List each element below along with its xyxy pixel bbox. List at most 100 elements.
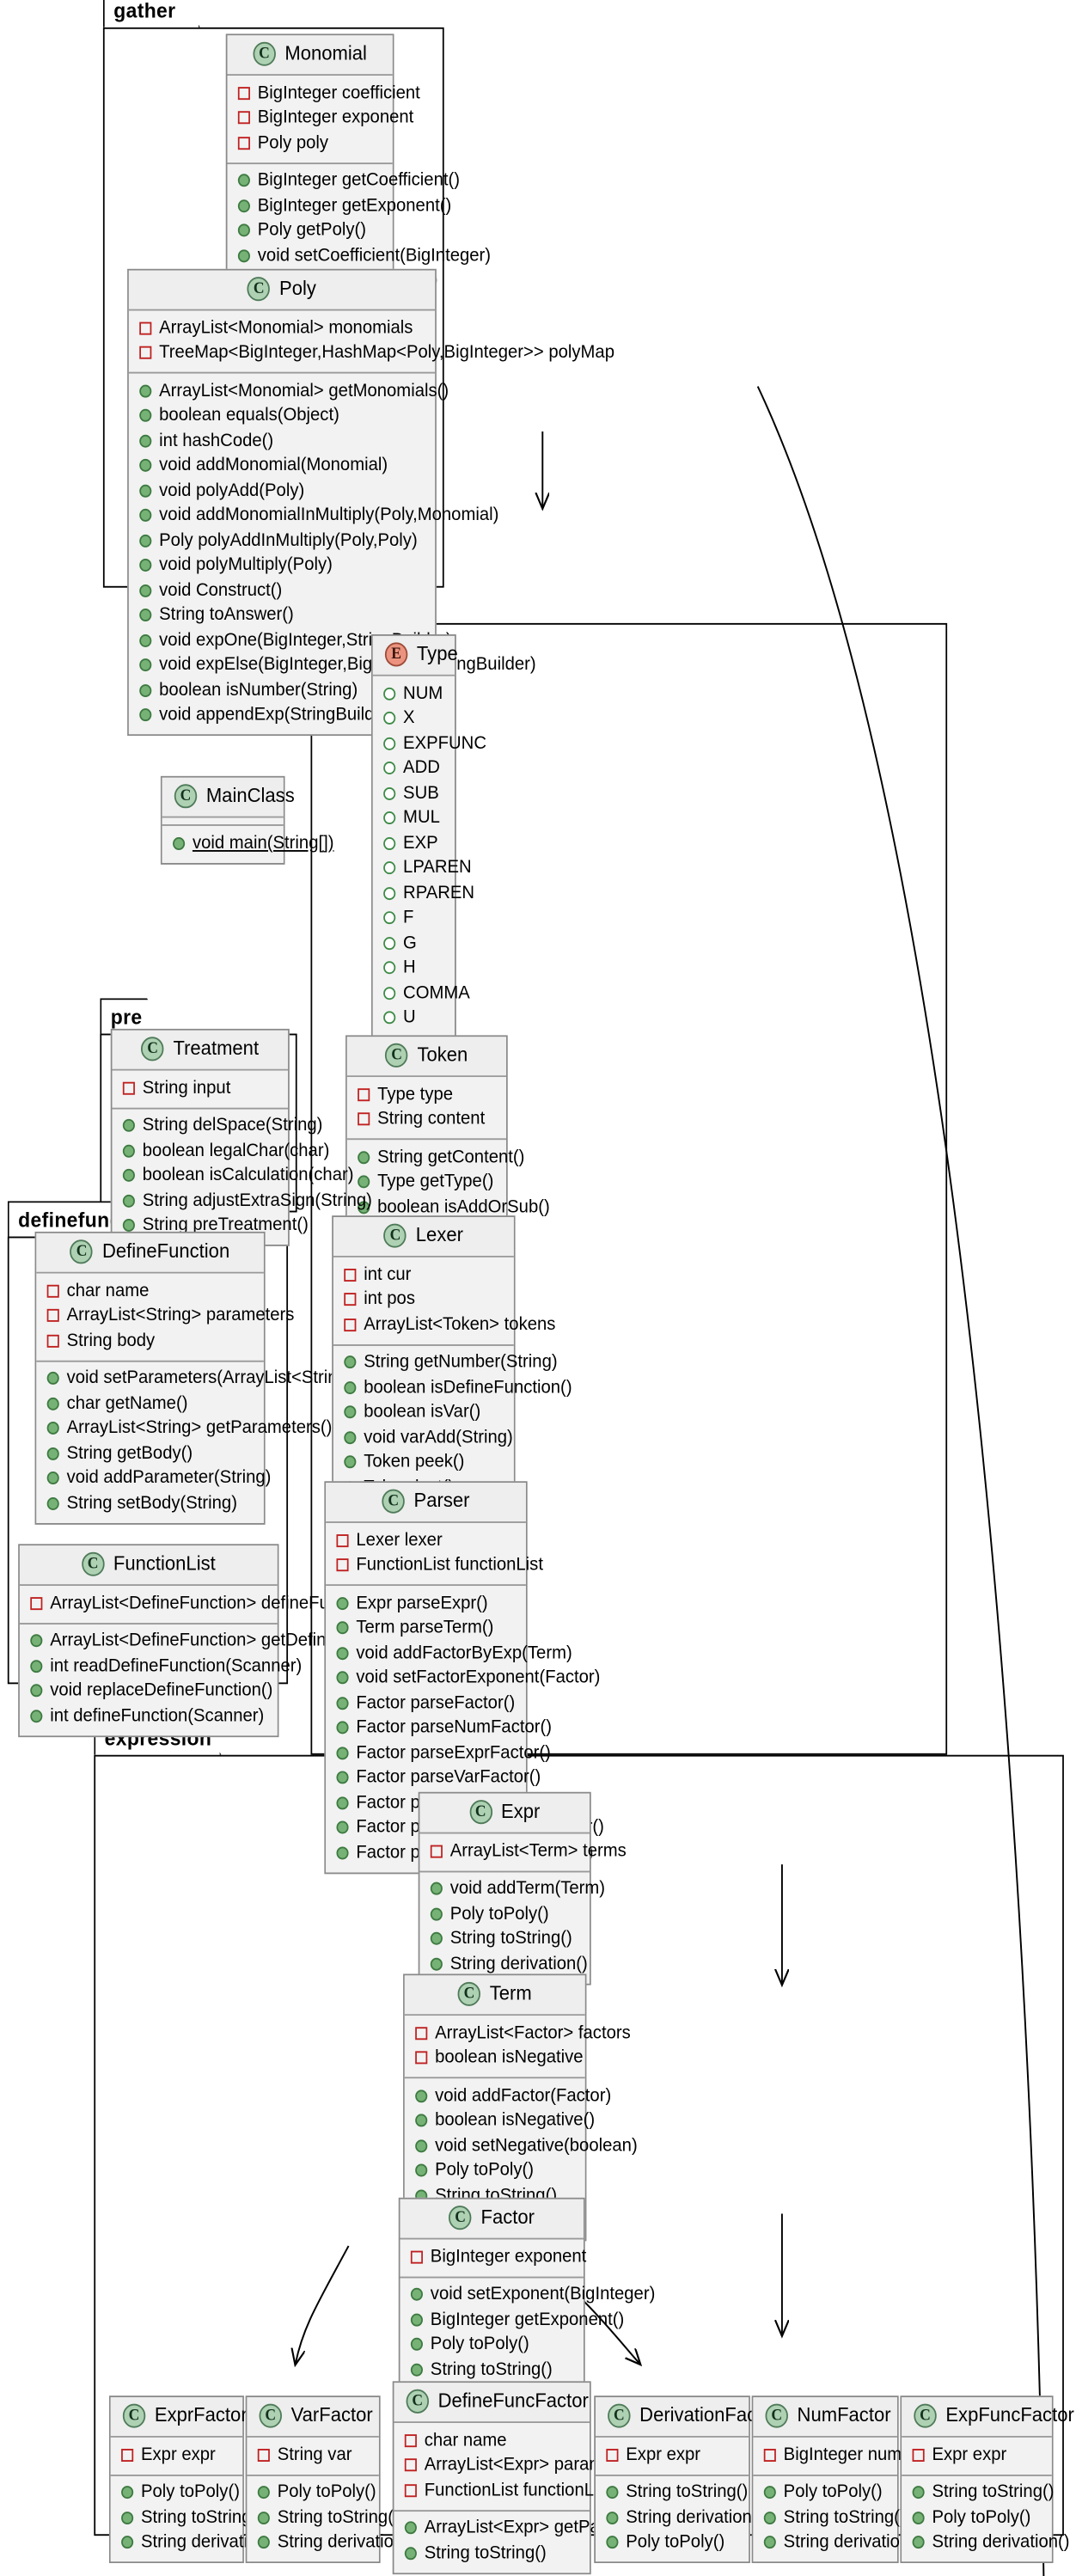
field-row: FunctionList functionList (401, 2478, 611, 2503)
public-method-icon (121, 2511, 134, 2524)
private-field-icon (358, 1087, 370, 1101)
class-box-varfactor[interactable]: C VarFactor String var Poly toPoly() Stri… (245, 2395, 415, 2564)
enum-constant-icon (383, 886, 396, 900)
fields-section: String input (112, 1070, 289, 1107)
method-row: Poly toPoly() (407, 2332, 576, 2357)
enum-value-row: ADD (381, 756, 448, 780)
method-row: String derivation() (119, 2530, 278, 2555)
private-field-icon (139, 346, 152, 360)
field-row: ArrayList<Token> tokens (341, 1312, 555, 1337)
public-method-icon (336, 1746, 349, 1759)
enum-value-row: U (381, 1006, 448, 1031)
public-method-icon (122, 1194, 135, 1208)
fields-section: BigInteger exponent (400, 2239, 586, 2276)
class-box-functionlist[interactable]: C FunctionList ArrayList<DefineFunction> … (18, 1544, 423, 1737)
enum-constant-icon (383, 911, 396, 925)
package-label-text: gather (113, 0, 176, 23)
class-stereotype-icon: C (469, 1800, 492, 1825)
class-box-definefuncfactor[interactable]: C DefineFuncFactor char name ArrayList<Ex… (392, 2381, 680, 2574)
public-method-icon (139, 459, 152, 473)
private-field-icon (344, 1293, 357, 1306)
class-title: ExpFuncFactor (945, 2404, 1074, 2427)
public-method-icon (430, 1932, 443, 1946)
public-method-icon (912, 2511, 925, 2524)
method-row: String toAnswer() (137, 603, 428, 627)
enum-constant-icon (383, 936, 396, 950)
class-title: Expr (501, 1800, 541, 1823)
class-stereotype-icon: C (253, 41, 276, 66)
class-title: DefineFunction (101, 1239, 230, 1264)
fields-section: ArrayList<DefineFunction> defineFunction… (19, 1586, 384, 1623)
private-field-icon (912, 2448, 925, 2462)
method-row: String derivation() (427, 1951, 588, 1976)
private-field-icon (344, 1318, 357, 1331)
class-header-treatment: C Treatment (112, 1030, 289, 1071)
method-row: Expr parseExpr() (333, 1591, 518, 1616)
method-row: String derivation() (761, 2530, 921, 2555)
method-row: Poly getPoly() (235, 218, 385, 243)
field-row: boolean isNegative (413, 2046, 584, 2071)
field-row: Lexer lexer (333, 1528, 518, 1553)
public-method-icon (139, 708, 152, 722)
class-stereotype-icon: C (70, 1239, 94, 1264)
class-box-derivationfactor[interactable]: C DerivationFactor Expr expr String toStr… (594, 2395, 779, 2564)
class-header-mainclass: C MainClass (162, 777, 295, 818)
class-box-expr[interactable]: C Expr ArrayList<Term> terms void addTerm… (418, 1791, 627, 1985)
field-row: ArrayList<Factor> factors (413, 2021, 631, 2046)
class-title: MainClass (205, 784, 295, 808)
field-row: ArrayList<Term> terms (427, 1839, 627, 1863)
method-row: int hashCode() (137, 428, 428, 453)
public-method-icon (410, 2313, 423, 2327)
method-row: Factor parseNumFactor() (333, 1716, 552, 1741)
public-method-icon (763, 2486, 776, 2500)
field-row: Expr expr (909, 2443, 1044, 2468)
private-field-icon (404, 2458, 417, 2472)
fields-section: int cur int pos ArrayList<Token> tokens (333, 1257, 555, 1344)
class-box-expfuncfactor[interactable]: C ExpFuncFactor Expr expr String toString… (900, 2395, 1074, 2564)
private-field-icon (336, 1533, 349, 1547)
public-method-icon (237, 248, 250, 262)
private-field-icon (122, 1081, 135, 1095)
enum-constant-icon (383, 737, 396, 750)
public-method-icon (606, 2511, 619, 2524)
class-header-derivationfactor: C DerivationFactor (596, 2397, 779, 2438)
public-method-icon (344, 1455, 357, 1469)
class-stereotype-icon: C (122, 2403, 146, 2428)
public-method-icon (237, 223, 250, 237)
fields-section (162, 817, 284, 825)
class-stereotype-icon: C (259, 2403, 282, 2428)
class-box-mainclass[interactable]: C MainClass void main(String[]) (160, 775, 333, 864)
method-row: String toString() (119, 2506, 263, 2530)
class-title: DefineFuncFactor (437, 2389, 589, 2413)
class-box-exprfactor[interactable]: C ExprFactor Expr expr Poly toPoly() Stri… (108, 2395, 278, 2564)
class-header-expr: C Expr (419, 1793, 590, 1834)
method-row: boolean legalChar(char) (119, 1138, 329, 1163)
public-method-icon (46, 1397, 59, 1410)
public-method-icon (257, 2536, 270, 2549)
class-stereotype-icon: C (765, 2403, 788, 2428)
method-row: ArrayList<String> getParameters() (44, 1416, 332, 1441)
class-title: Factor (480, 2206, 535, 2229)
public-method-icon (415, 2163, 428, 2177)
method-row: Poly toPoly() (909, 2506, 1044, 2530)
method-row: Poly polyAddInMultiply(Poly,Poly) (137, 528, 428, 553)
enum-constant-icon (383, 961, 396, 975)
class-box-treatment[interactable]: C Treatment String input String delSpace(… (110, 1028, 372, 1246)
method-row: int readDefineFunction(Scanner) (28, 1654, 302, 1679)
private-field-icon (404, 2483, 417, 2497)
class-box-definefunction[interactable]: C DefineFunction char name ArrayList<Stri… (34, 1231, 363, 1524)
private-field-icon (358, 1112, 370, 1126)
method-row: void addTerm(Term) (427, 1876, 605, 1901)
public-method-icon (344, 1355, 357, 1369)
class-header-monomial: C Monomial (227, 35, 393, 76)
field-row: FunctionList functionList (333, 1553, 543, 1578)
method-row: String toString() (254, 2506, 400, 2530)
class-box-numfactor[interactable]: C NumFactor BigInteger num Poly toPoly() … (751, 2395, 921, 2564)
method-row: void polyAdd(Poly) (137, 478, 428, 503)
public-method-icon (404, 2521, 417, 2535)
method-row: BigInteger getExponent() (407, 2307, 624, 2332)
public-method-icon (344, 1405, 357, 1419)
private-field-icon (257, 2448, 270, 2462)
enum-constant-icon (383, 687, 396, 701)
methods-section: ArrayList<Expr> getParameters() String t… (394, 2509, 680, 2573)
